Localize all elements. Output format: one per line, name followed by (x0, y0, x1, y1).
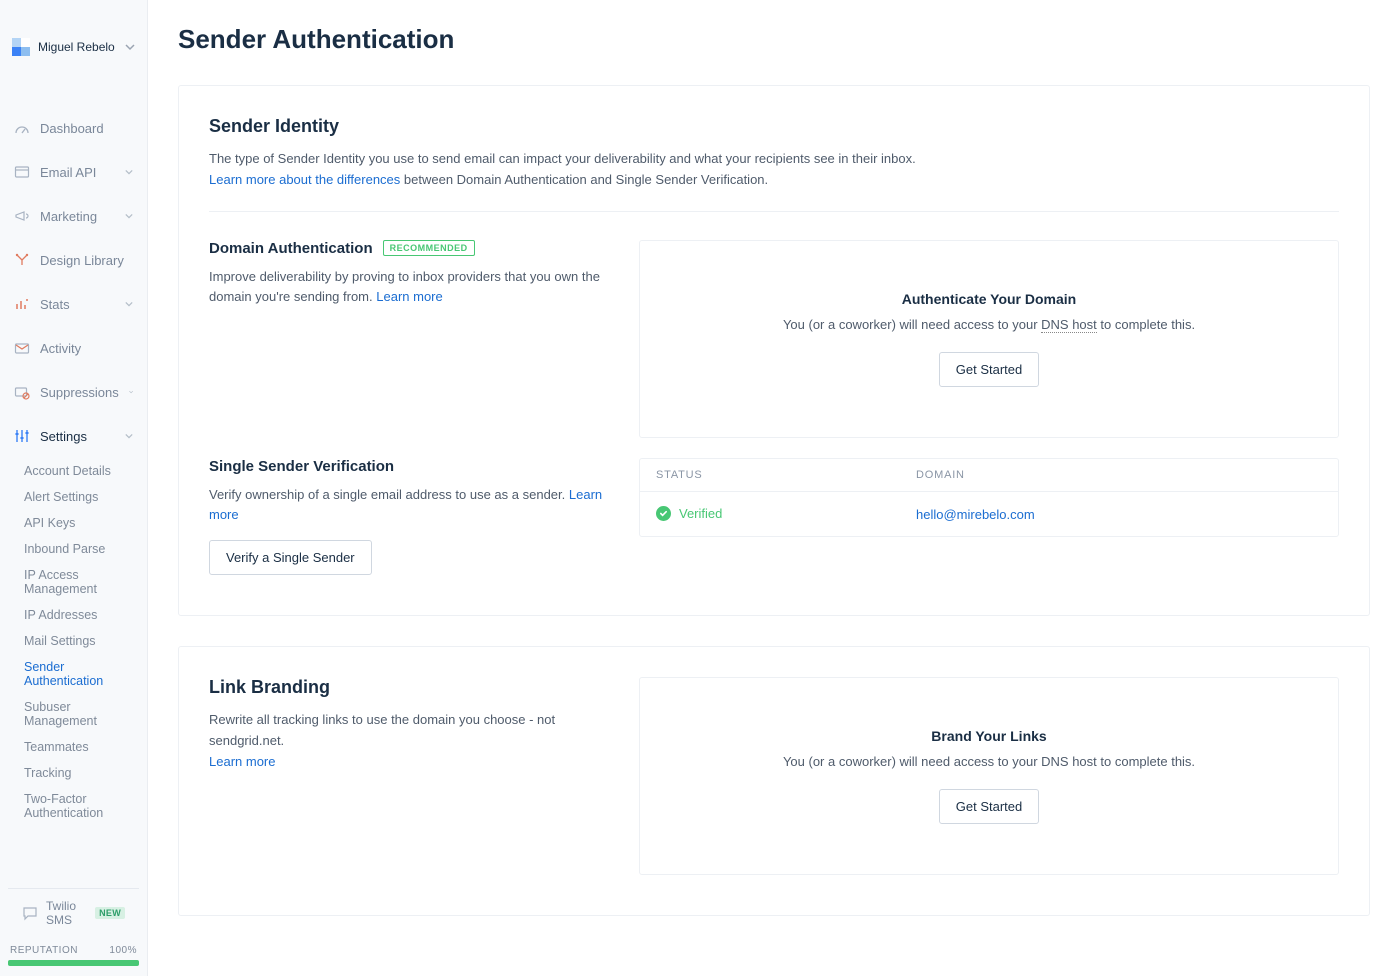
recommended-badge: RECOMMENDED (383, 240, 475, 256)
sidebar: Miguel Rebelo Dashboard Email API Market… (0, 0, 148, 976)
sidebar-item-suppressions[interactable]: Suppressions (0, 370, 147, 414)
subnav-item-two-factor-authentication[interactable]: Two-Factor Authentication (12, 786, 147, 826)
mail-icon (14, 340, 30, 356)
sidebar-item-label: Settings (40, 429, 115, 444)
learn-more-link[interactable]: Learn more (376, 289, 442, 304)
subnav-item-account-details[interactable]: Account Details (12, 458, 147, 484)
sidebar-item-settings[interactable]: Settings (0, 414, 147, 458)
chevron-down-icon (125, 212, 133, 220)
reputation-value: 100% (109, 945, 137, 956)
sidebar-item-activity[interactable]: Activity (0, 326, 147, 370)
chevron-down-icon (125, 168, 133, 176)
dns-host-term: DNS host (1041, 317, 1097, 333)
main-content: Sender Authentication Sender Identity Th… (148, 0, 1400, 976)
check-circle-icon (656, 506, 671, 521)
section-title: Sender Identity (209, 116, 1339, 137)
cta-description: You (or a coworker) will need access to … (783, 754, 1195, 769)
domain-auth-title: Domain Authentication RECOMMENDED (209, 240, 609, 257)
ssv-title: Single Sender Verification (209, 458, 609, 475)
window-icon (14, 164, 30, 180)
mail-block-icon (14, 384, 30, 400)
chevron-down-icon (125, 42, 135, 52)
chevron-down-icon (129, 388, 133, 396)
sidebar-item-label: Design Library (40, 253, 133, 268)
learn-more-link[interactable]: Learn more about the differences (209, 172, 400, 187)
subnav-item-tracking[interactable]: Tracking (12, 760, 147, 786)
new-badge: NEW (95, 907, 125, 919)
reputation-bar (8, 960, 139, 966)
sender-identity-card: Sender Identity The type of Sender Ident… (178, 85, 1370, 616)
subnav-item-inbound-parse[interactable]: Inbound Parse (12, 536, 147, 562)
brand-logo (12, 38, 30, 56)
ssv-description: Verify ownership of a single email addre… (209, 485, 609, 527)
chevron-down-icon (125, 432, 133, 440)
get-started-button[interactable]: Get Started (939, 789, 1039, 824)
table-row: Verified hello@mirebelo.com (640, 491, 1338, 536)
sidebar-item-label: Twilio SMS (46, 899, 87, 927)
brand-links-box: Brand Your Links You (or a coworker) wil… (639, 677, 1339, 875)
subnav-item-alert-settings[interactable]: Alert Settings (12, 484, 147, 510)
reputation-label: REPUTATION (10, 945, 78, 956)
sidebar-item-label: Suppressions (40, 385, 119, 400)
sidebar-item-label: Marketing (40, 209, 115, 224)
sidebar-item-label: Dashboard (40, 121, 133, 136)
settings-subnav: Account DetailsAlert SettingsAPI KeysInb… (0, 458, 147, 834)
sender-status-table: STATUS DOMAIN Verified hello@mirebelo.co… (639, 458, 1339, 537)
sidebar-item-label: Activity (40, 341, 133, 356)
sidebar-item-label: Email API (40, 165, 115, 180)
gauge-icon (14, 120, 30, 136)
subnav-item-sender-authentication[interactable]: Sender Authentication (12, 654, 147, 694)
section-description: Rewrite all tracking links to use the do… (209, 710, 609, 772)
cta-title: Authenticate Your Domain (902, 291, 1077, 307)
divider (209, 211, 1339, 212)
section-description: The type of Sender Identity you use to s… (209, 149, 1339, 191)
tools-icon (14, 252, 30, 268)
chevron-down-icon (125, 300, 133, 308)
chart-icon (14, 296, 30, 312)
user-menu[interactable]: Miguel Rebelo (0, 28, 147, 66)
column-header-status: STATUS (656, 469, 916, 481)
sidebar-item-marketing[interactable]: Marketing (0, 194, 147, 238)
domain-link[interactable]: hello@mirebelo.com (916, 507, 1035, 522)
learn-more-link[interactable]: Learn more (209, 754, 275, 769)
reputation-widget: REPUTATION 100% (0, 937, 147, 976)
link-branding-card: Link Branding Rewrite all tracking links… (178, 646, 1370, 916)
verify-single-sender-button[interactable]: Verify a Single Sender (209, 540, 372, 575)
sidebar-item-label: Stats (40, 297, 115, 312)
cta-description: You (or a coworker) will need access to … (783, 317, 1195, 332)
sidebar-item-design-library[interactable]: Design Library (0, 238, 147, 282)
domain-auth-description: Improve deliverability by proving to inb… (209, 267, 609, 309)
subnav-item-ip-addresses[interactable]: IP Addresses (12, 602, 147, 628)
cta-title: Brand Your Links (931, 728, 1046, 744)
sliders-icon (14, 428, 30, 444)
sidebar-item-email-api[interactable]: Email API (0, 150, 147, 194)
subnav-item-subuser-management[interactable]: Subuser Management (12, 694, 147, 734)
subnav-item-mail-settings[interactable]: Mail Settings (12, 628, 147, 654)
section-title: Link Branding (209, 677, 609, 698)
subnav-item-ip-access-management[interactable]: IP Access Management (12, 562, 147, 602)
authenticate-domain-box: Authenticate Your Domain You (or a cowor… (639, 240, 1339, 438)
sidebar-item-stats[interactable]: Stats (0, 282, 147, 326)
subnav-item-api-keys[interactable]: API Keys (12, 510, 147, 536)
status-text: Verified (679, 506, 722, 521)
sidebar-item-twilio-sms[interactable]: Twilio SMS NEW (8, 888, 139, 937)
subnav-item-teammates[interactable]: Teammates (12, 734, 147, 760)
user-name: Miguel Rebelo (38, 40, 117, 54)
megaphone-icon (14, 208, 30, 224)
get-started-button[interactable]: Get Started (939, 352, 1039, 387)
page-title: Sender Authentication (178, 24, 1370, 55)
sidebar-item-dashboard[interactable]: Dashboard (0, 106, 147, 150)
chat-icon (22, 905, 38, 921)
column-header-domain: DOMAIN (916, 469, 1322, 481)
